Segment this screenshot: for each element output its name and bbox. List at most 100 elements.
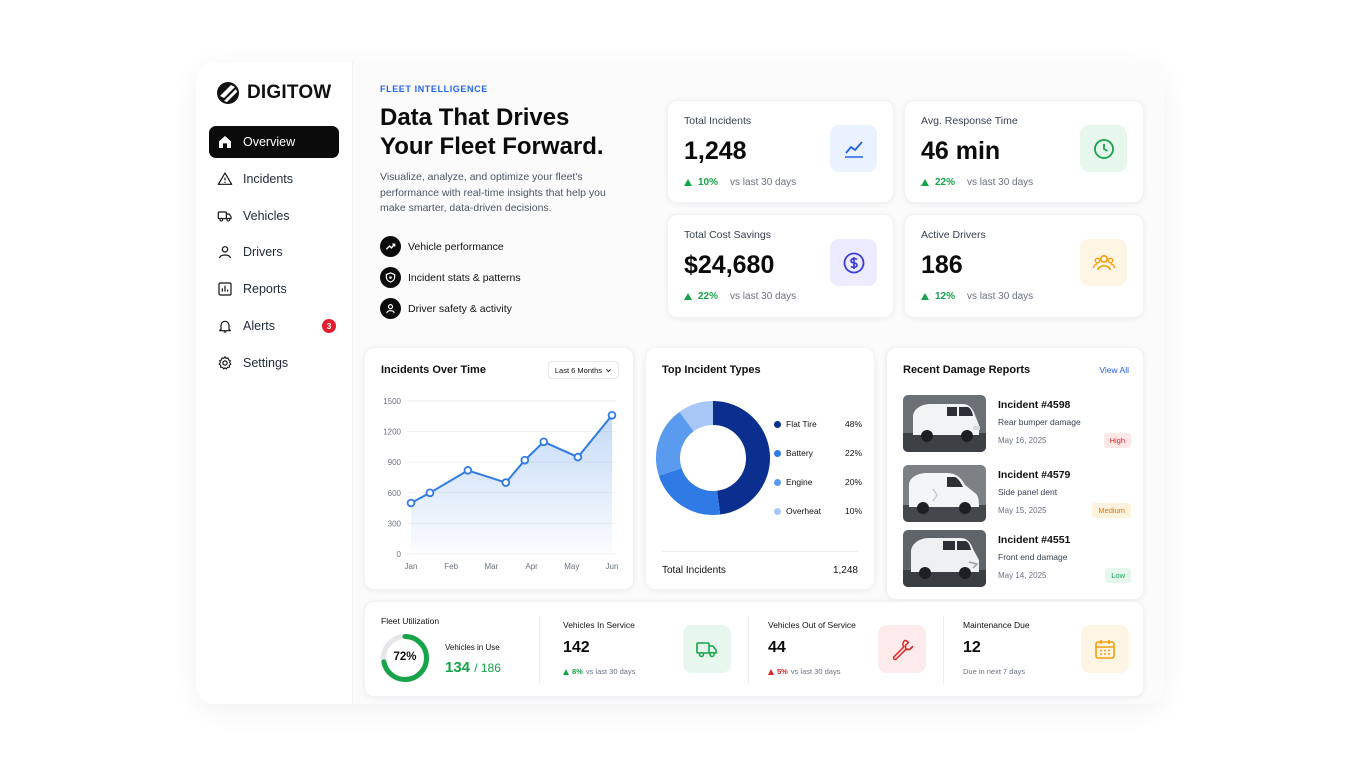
wrench-icon — [878, 625, 926, 673]
section-label: Vehicles Out of Service — [768, 620, 856, 630]
y-tick-label: 600 — [388, 489, 402, 498]
stat-trend: 12% vs last 30 days — [921, 291, 1033, 302]
line-chart-icon — [830, 125, 877, 172]
sidebar-item-vehicles[interactable]: Vehicles — [209, 200, 339, 232]
warning-icon — [217, 172, 233, 185]
legend-swatch — [774, 507, 781, 515]
brand-mark-icon — [217, 82, 239, 104]
sidebar-item-alerts[interactable]: Alerts 3 — [209, 310, 339, 342]
out-of-service-trend: 5% vs last 30 days — [768, 667, 840, 676]
total-incidents-label: Total Incidents — [662, 565, 726, 576]
in-service-value: 142 — [563, 639, 590, 656]
out-of-service-section: Vehicles Out of Service 44 5% vs last 30 … — [750, 602, 942, 698]
sidebar-item-drivers[interactable]: Drivers — [209, 236, 339, 268]
donut-slice[interactable] — [658, 467, 721, 515]
sidebar-item-reports[interactable]: Reports — [209, 273, 339, 305]
stat-card-cost-savings[interactable]: Total Cost Savings $24,680 22% vs last 30… — [667, 214, 894, 318]
divider — [662, 551, 858, 552]
divider — [539, 616, 540, 684]
data-point[interactable] — [406, 498, 416, 508]
sidebar-item-label: Drivers — [243, 245, 283, 260]
view-all-link[interactable]: View All — [1099, 365, 1129, 375]
van-photo — [903, 395, 986, 452]
stat-trend: 22% vs last 30 days — [684, 291, 796, 302]
x-tick-label: Jun — [606, 562, 619, 571]
legend-item: Flat Tire 48% — [774, 419, 862, 429]
data-point[interactable] — [520, 455, 530, 465]
vehicles-in-use-label: Vehicles in Use — [445, 643, 500, 652]
legend-swatch — [774, 449, 781, 457]
recent-damage-reports-panel: Recent Damage Reports View All Incident … — [886, 347, 1144, 600]
feature-label: Driver safety & activity — [408, 302, 512, 315]
x-tick-label: Jan — [405, 562, 418, 571]
user-icon — [219, 246, 231, 259]
data-point[interactable] — [501, 478, 511, 487]
sidebar-item-label: Settings — [243, 355, 289, 370]
report-date: May 15, 2025 — [998, 506, 1047, 515]
home-icon — [219, 136, 231, 148]
legend-value: 22% — [844, 448, 862, 458]
stat-trend: 10% vs last 30 days — [684, 177, 796, 188]
bell-icon — [219, 320, 231, 333]
vehicles-in-use-value: 134 / 186 — [445, 659, 501, 676]
legend-item: Battery 22% — [774, 448, 862, 458]
feature-label: Vehicle performance — [408, 240, 504, 253]
alerts-count-badge: 3 — [322, 318, 336, 333]
severity-badge: High — [1103, 433, 1131, 448]
line-area — [411, 415, 612, 554]
report-id: Incident #4551 — [998, 534, 1071, 546]
maintenance-sub: Due in next 7 days — [963, 667, 1026, 676]
truck-icon — [217, 210, 232, 222]
data-point[interactable] — [463, 466, 473, 475]
shield-icon — [380, 267, 401, 288]
data-point[interactable] — [607, 410, 617, 420]
report-description: Front end damage — [998, 552, 1068, 562]
in-service-trend: 8% vs last 30 days — [563, 667, 635, 676]
data-point[interactable] — [539, 437, 549, 447]
stat-trend: 22% vs last 30 days — [921, 177, 1033, 188]
sidebar-item-overview[interactable]: Overview — [209, 126, 339, 158]
in-service-section: Vehicles In Service 142 8% vs last 30 day… — [541, 602, 747, 698]
donut-slice[interactable] — [712, 401, 770, 515]
brand-logo[interactable]: DIGITOW — [216, 80, 331, 106]
feature-item: Incident stats & patterns — [380, 267, 521, 288]
total-count: / 186 — [474, 661, 501, 675]
sidebar: DIGITOW Overview Incidents Vehicles Driv… — [196, 62, 353, 704]
legend-value: 10% — [844, 506, 862, 516]
change-value: 5% — [777, 667, 788, 676]
truck-icon — [683, 625, 731, 673]
in-use-count: 134 — [445, 659, 471, 676]
hero-title-line-2: Your Fleet Forward. — [380, 133, 604, 160]
data-point[interactable] — [425, 488, 435, 498]
bar-chart-icon — [218, 282, 232, 296]
top-incident-types-panel: Top Incident Types Flat Tire 48% Battery 22… — [645, 347, 875, 590]
y-tick-label: 1200 — [383, 428, 401, 437]
stat-value: 1,248 — [684, 137, 747, 165]
sidebar-item-settings[interactable]: Settings — [209, 347, 339, 379]
stat-value: $24,680 — [684, 251, 775, 279]
clock-icon — [1080, 125, 1127, 172]
section-label: Fleet Utilization — [381, 616, 440, 626]
change-period: vs last 30 days — [790, 667, 841, 676]
stat-label: Avg. Response Time — [921, 115, 1018, 127]
damage-report-item[interactable]: Incident #4551 Front end damage May 14, … — [903, 530, 1131, 588]
incidents-line-chart: 0 300 600 900 1200 1500 Jan Feb Mar Apr May Jun — [383, 397, 619, 571]
data-point[interactable] — [573, 452, 583, 462]
damage-report-item[interactable]: Incident #4579 Side panel dent May 15, 2… — [903, 465, 1131, 523]
donut-slice[interactable] — [679, 401, 714, 432]
panel-title: Recent Damage Reports — [903, 364, 1031, 376]
legend-item: Engine 20% — [774, 477, 862, 487]
section-label: Maintenance Due — [963, 620, 1030, 630]
maintenance-value: 12 — [963, 639, 981, 656]
donut-slice[interactable] — [656, 411, 695, 476]
y-tick-label: 300 — [388, 519, 402, 528]
sidebar-item-incidents[interactable]: Incidents — [209, 163, 339, 195]
damage-report-item[interactable]: Incident #4598 Rear bumper damage May 16… — [903, 395, 1131, 453]
calendar-icon — [1081, 625, 1129, 673]
stat-card-active-drivers[interactable]: Active Drivers 186 12% vs last 30 days — [904, 214, 1144, 318]
stat-card-response-time[interactable]: Avg. Response Time 46 min 22% vs last 30 … — [904, 100, 1144, 203]
hero-tag: FLEET INTELLIGENCE — [380, 84, 488, 94]
stat-card-total-incidents[interactable]: Total Incidents 1,248 10% vs last 30 days — [667, 100, 894, 203]
stat-value: 46 min — [921, 137, 1001, 165]
feature-label: Incident stats & patterns — [408, 271, 521, 284]
